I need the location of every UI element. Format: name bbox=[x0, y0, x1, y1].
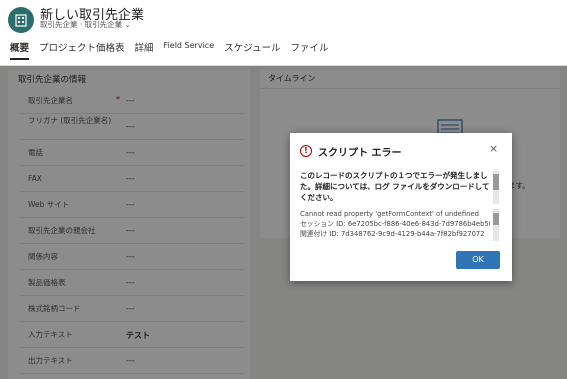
error-icon: ! bbox=[300, 145, 312, 157]
entity-selector[interactable]: 取引先企業 · 取引先企業 ⌄ bbox=[40, 19, 131, 30]
scrollbar-thumb[interactable] bbox=[493, 174, 499, 190]
tab-field-service[interactable]: Field Service bbox=[164, 40, 215, 60]
form-header: 新しい取引先企業 取引先企業 · 取引先企業 ⌄ 概要 プロジェクト価格表 詳細… bbox=[0, 0, 567, 66]
script-error-dialog: ! スクリプト エラー × このレコードのスクリプトの１つでエラーが発生しました… bbox=[290, 133, 512, 281]
ok-button[interactable]: OK bbox=[456, 251, 500, 269]
message-scrollbar[interactable] bbox=[493, 170, 499, 204]
error-message: このレコードのスクリプトの１つでエラーが発生しました。詳細については、ログ ファ… bbox=[300, 171, 490, 202]
details-scrollbar[interactable] bbox=[493, 209, 499, 241]
tab-bar: 概要 プロジェクト価格表 詳細 Field Service スケジュール ファイ… bbox=[10, 40, 328, 60]
building-icon bbox=[15, 14, 27, 27]
chevron-down-icon: ⌄ bbox=[124, 20, 131, 29]
tab-details[interactable]: 詳細 bbox=[135, 40, 154, 60]
dialog-title: スクリプト エラー bbox=[318, 148, 402, 159]
error-detail-line: セッション ID: 6e7205bc-f886-40e6-843d-7d9786… bbox=[300, 220, 490, 228]
entity-label: 取引先企業 · 取引先企業 bbox=[40, 20, 123, 29]
error-details: Cannot read property 'getFormContext' of… bbox=[300, 209, 490, 241]
close-icon[interactable]: × bbox=[489, 142, 498, 155]
tab-summary[interactable]: 概要 bbox=[10, 40, 30, 60]
scrollbar-thumb[interactable] bbox=[493, 213, 499, 225]
tab-schedule[interactable]: スケジュール bbox=[224, 40, 280, 60]
tab-files[interactable]: ファイル bbox=[290, 40, 328, 60]
error-detail-line: 関連付け ID: 7d348762-9c9d-4129-b44a-7f82bf9… bbox=[300, 230, 485, 238]
tab-project-price-list[interactable]: プロジェクト価格表 bbox=[39, 40, 125, 60]
error-detail-line: Cannot read property 'getFormContext' of… bbox=[300, 210, 479, 218]
account-avatar bbox=[8, 7, 34, 33]
